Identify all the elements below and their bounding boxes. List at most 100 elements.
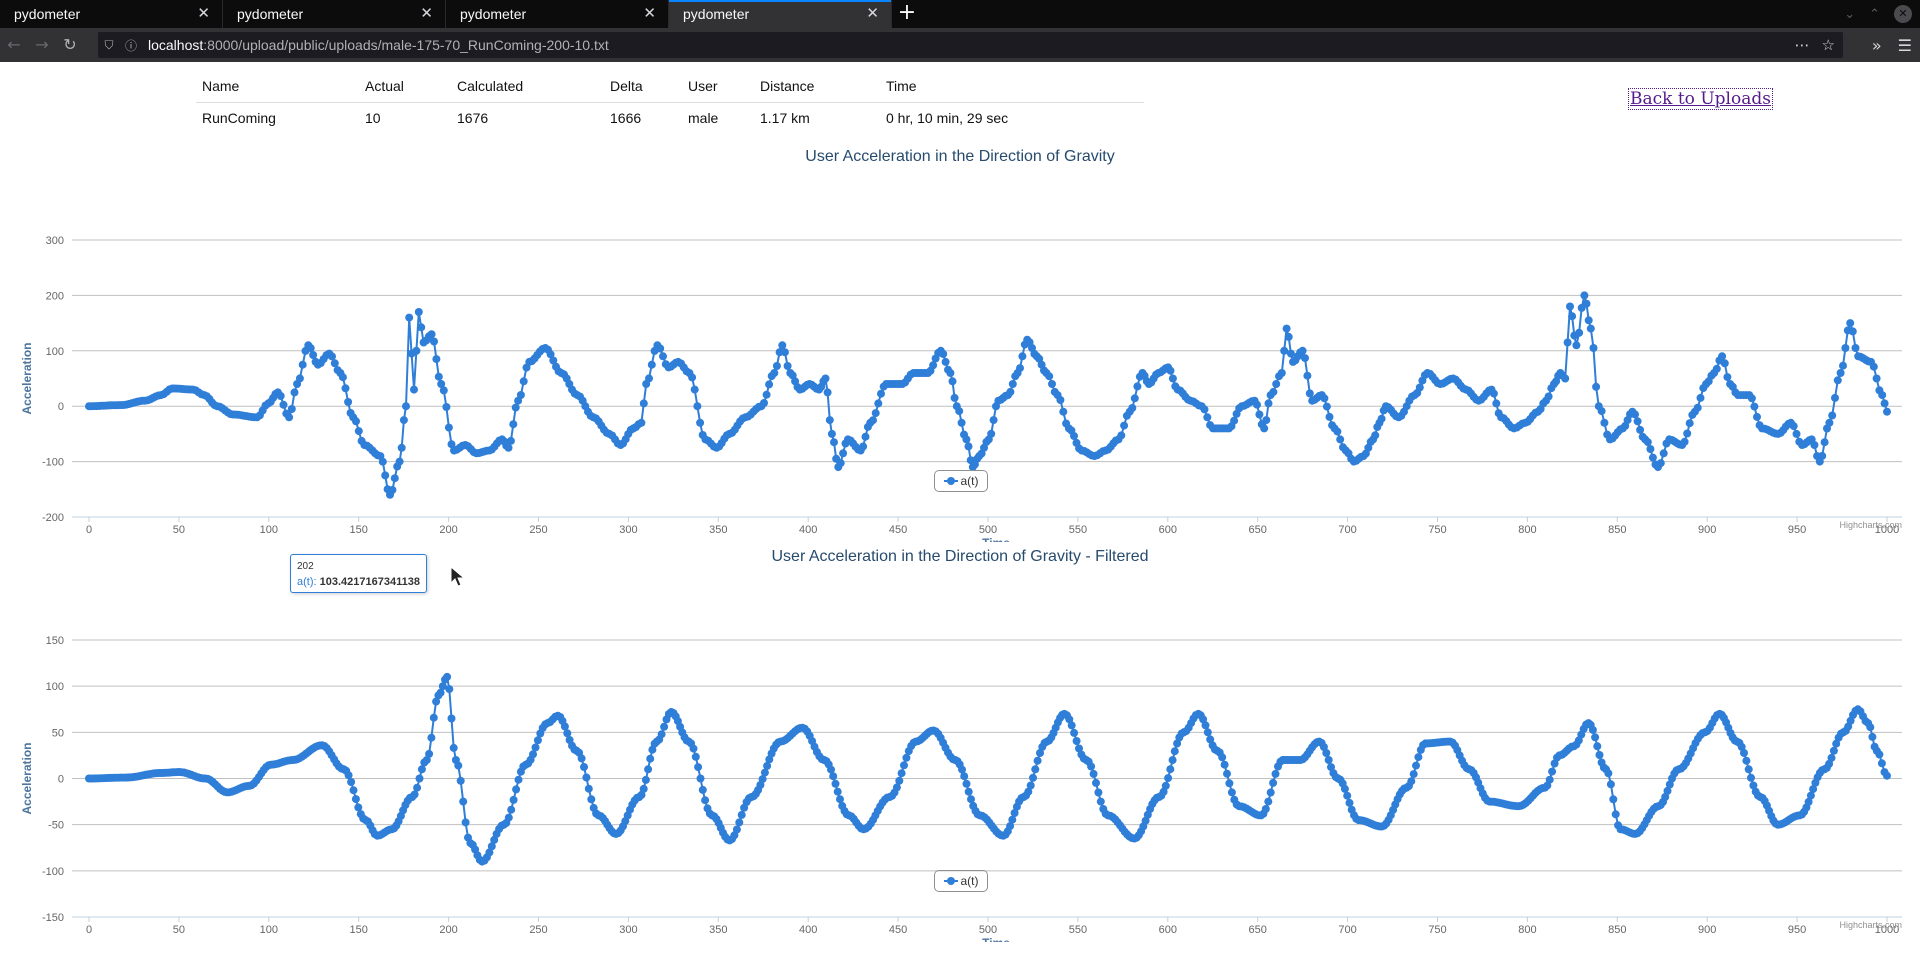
data-point[interactable]: [644, 765, 653, 774]
data-point[interactable]: [1589, 344, 1598, 352]
data-point[interactable]: [948, 377, 957, 386]
data-point[interactable]: [287, 405, 296, 413]
data-point[interactable]: [1591, 733, 1600, 742]
data-point[interactable]: [1322, 749, 1331, 757]
data-point[interactable]: [1868, 732, 1877, 741]
data-point[interactable]: [1883, 771, 1891, 780]
data-point[interactable]: [309, 351, 318, 359]
data-point[interactable]: [1827, 753, 1836, 762]
data-point[interactable]: [1604, 769, 1613, 778]
data-point[interactable]: [1018, 352, 1027, 361]
data-point[interactable]: [929, 361, 938, 370]
data-point[interactable]: [1595, 751, 1604, 759]
data-point[interactable]: [1747, 394, 1756, 403]
data-point[interactable]: [955, 407, 964, 416]
data-point[interactable]: [1593, 742, 1602, 751]
data-point[interactable]: [839, 449, 848, 458]
close-tab-icon[interactable]: ✕: [866, 0, 879, 28]
data-point[interactable]: [1045, 372, 1054, 381]
data-point[interactable]: [660, 722, 669, 731]
data-point[interactable]: [1572, 341, 1581, 350]
data-point[interactable]: [399, 416, 408, 425]
data-point[interactable]: [1586, 324, 1595, 333]
data-point[interactable]: [1305, 389, 1314, 398]
data-point[interactable]: [1340, 784, 1349, 793]
data-point[interactable]: [1875, 750, 1884, 759]
data-point[interactable]: [1631, 410, 1639, 419]
data-point[interactable]: [347, 778, 356, 786]
data-point[interactable]: [1260, 424, 1269, 433]
data-point[interactable]: [417, 323, 426, 332]
data-point[interactable]: [1753, 412, 1761, 421]
data-point[interactable]: [830, 438, 838, 447]
data-point[interactable]: [1718, 352, 1727, 361]
data-point[interactable]: [1320, 394, 1329, 403]
data-point[interactable]: [946, 369, 955, 377]
data-point[interactable]: [1271, 769, 1280, 778]
chevron-down-icon[interactable]: ⌄: [1844, 7, 1855, 22]
data-point[interactable]: [1343, 791, 1352, 800]
data-point[interactable]: [1877, 759, 1886, 768]
data-point[interactable]: [402, 402, 410, 411]
data-point[interactable]: [1170, 747, 1179, 756]
data-point[interactable]: [831, 779, 840, 788]
data-point[interactable]: [1371, 431, 1380, 440]
data-point[interactable]: [1031, 765, 1040, 774]
data-point[interactable]: [1409, 770, 1418, 779]
data-point[interactable]: [1648, 453, 1657, 462]
data-point[interactable]: [1272, 380, 1281, 388]
data-point[interactable]: [1120, 421, 1129, 430]
data-point[interactable]: [871, 409, 880, 418]
data-point[interactable]: [390, 474, 399, 483]
data-point[interactable]: [1264, 797, 1273, 806]
data-point[interactable]: [512, 785, 521, 794]
data-point[interactable]: [1872, 374, 1881, 383]
data-point[interactable]: [688, 373, 697, 382]
data-point[interactable]: [897, 769, 906, 778]
hamburger-menu-icon[interactable]: ☰: [1898, 36, 1912, 55]
data-point[interactable]: [639, 784, 648, 793]
info-icon[interactable]: ⓘ: [120, 37, 142, 54]
data-point[interactable]: [514, 775, 523, 784]
data-point[interactable]: [519, 377, 528, 386]
data-point[interactable]: [1218, 753, 1227, 762]
data-point[interactable]: [529, 750, 537, 759]
window-close-icon[interactable]: ✕: [1894, 5, 1912, 23]
close-tab-icon[interactable]: ✕: [197, 0, 210, 28]
data-point[interactable]: [1277, 369, 1286, 377]
data-point[interactable]: [962, 779, 971, 788]
data-point[interactable]: [1880, 399, 1889, 408]
data-point[interactable]: [1820, 438, 1829, 447]
data-point[interactable]: [1033, 756, 1042, 765]
data-point[interactable]: [1883, 407, 1891, 416]
close-tab-icon[interactable]: ✕: [420, 0, 433, 28]
data-point[interactable]: [381, 471, 390, 480]
data-point[interactable]: [1407, 777, 1416, 786]
data-point[interactable]: [1322, 402, 1331, 411]
data-point[interactable]: [950, 393, 959, 402]
data-point[interactable]: [1094, 788, 1103, 797]
data-point[interactable]: [1836, 369, 1845, 377]
data-point[interactable]: [691, 752, 700, 761]
data-point[interactable]: [1070, 432, 1078, 440]
new-tab-icon[interactable]: +: [892, 0, 922, 28]
data-point[interactable]: [1377, 414, 1386, 423]
data-point[interactable]: [1723, 373, 1732, 382]
data-point[interactable]: [1720, 359, 1729, 368]
data-point[interactable]: [829, 772, 838, 781]
data-point[interactable]: [646, 754, 655, 763]
data-point[interactable]: [1696, 393, 1705, 402]
data-point[interactable]: [1825, 418, 1834, 427]
data-point[interactable]: [1683, 429, 1692, 438]
data-point[interactable]: [1611, 810, 1620, 819]
data-point[interactable]: [1261, 805, 1270, 813]
data-point[interactable]: [1096, 797, 1105, 806]
data-point[interactable]: [1006, 387, 1015, 396]
data-point[interactable]: [639, 399, 648, 408]
data-point[interactable]: [772, 362, 781, 370]
data-point[interactable]: [1168, 374, 1177, 383]
data-point[interactable]: [1168, 756, 1177, 765]
back-arrow-icon[interactable]: ←: [0, 31, 28, 59]
url-text[interactable]: localhost:8000/upload/public/uploads/mal…: [148, 37, 609, 53]
data-point[interactable]: [504, 813, 513, 822]
